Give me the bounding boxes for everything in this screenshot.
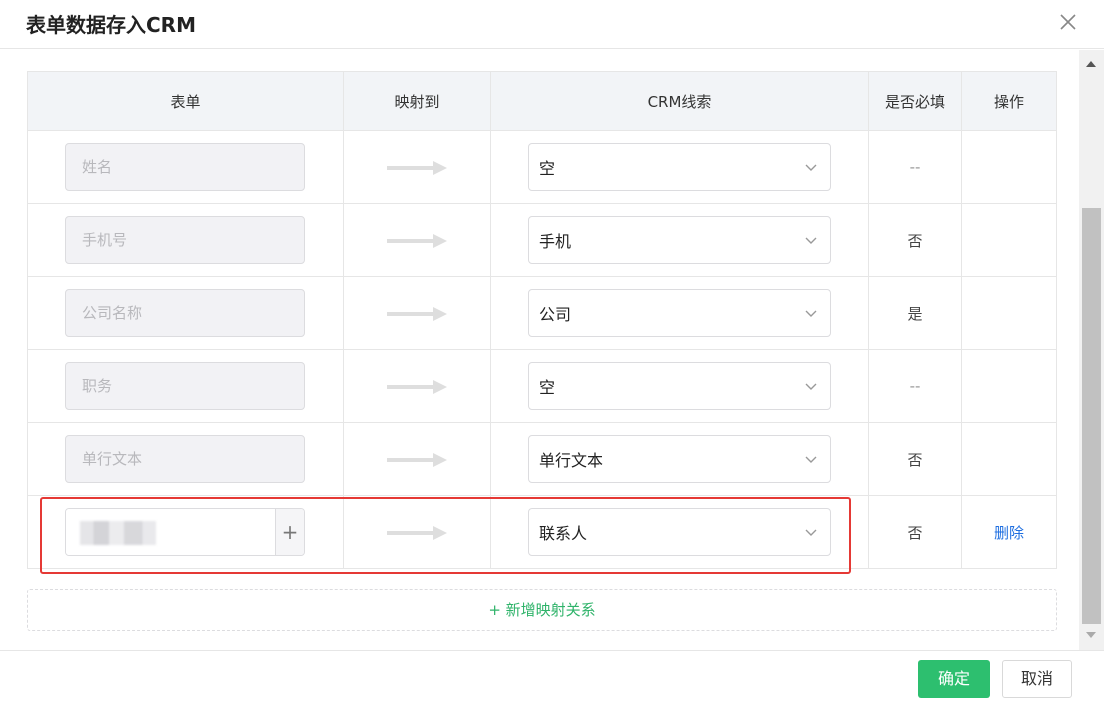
crm-field-select[interactable]: 空 [528, 143, 831, 191]
required-value: 否 [907, 523, 923, 542]
table-header-row: 表单 映射到 CRM线索 是否必填 操作 [27, 71, 1057, 131]
crm-field-value: 公司 [539, 305, 572, 324]
crm-field-value: 单行文本 [539, 451, 604, 470]
dialog-header: 表单数据存入CRM [0, 0, 1104, 49]
required-value: 否 [907, 450, 923, 469]
crm-field-value: 联系人 [539, 524, 588, 543]
scrollbar-thumb[interactable] [1082, 208, 1101, 624]
arrow-right-icon [387, 379, 447, 394]
chevron-down-icon [805, 237, 817, 244]
scroll-down-icon[interactable] [1085, 630, 1097, 640]
arrow-right-icon [387, 452, 447, 467]
dialog-footer: 确定 取消 [0, 650, 1104, 710]
table-row: 手机号 手机 否 [27, 203, 1057, 277]
form-field-input: 公司名称 [65, 289, 305, 337]
crm-field-select[interactable]: 联系人 [528, 508, 831, 556]
required-value: 否 [907, 231, 923, 250]
required-value: -- [909, 377, 921, 395]
table-row: 公司名称 公司 是 [27, 276, 1057, 350]
header-action: 操作 [961, 71, 1057, 131]
scrollbar[interactable] [1079, 50, 1104, 650]
chevron-down-icon [805, 456, 817, 463]
form-field-select-input[interactable] [66, 509, 275, 555]
table-row: 姓名 空 -- [27, 130, 1057, 204]
add-mapping-button[interactable]: + 新增映射关系 [27, 589, 1057, 631]
chevron-down-icon [805, 310, 817, 317]
cancel-button[interactable]: 取消 [1002, 660, 1072, 698]
dialog-title: 表单数据存入CRM [26, 13, 196, 37]
required-value: -- [909, 158, 921, 176]
crm-field-value: 空 [539, 159, 556, 178]
required-value: 是 [907, 304, 923, 323]
header-form: 表单 [27, 71, 344, 131]
crm-field-select[interactable]: 公司 [528, 289, 831, 337]
table-row: 单行文本 单行文本 否 [27, 422, 1057, 496]
arrow-right-icon [387, 525, 447, 540]
form-field-input: 姓名 [65, 143, 305, 191]
form-field-input: 单行文本 [65, 435, 305, 483]
confirm-button[interactable]: 确定 [918, 660, 990, 698]
crm-field-value: 手机 [539, 232, 572, 251]
crm-field-value: 空 [539, 378, 556, 397]
arrow-right-icon [387, 233, 447, 248]
add-field-button[interactable]: + [275, 509, 304, 555]
delete-link[interactable]: 删除 [994, 524, 1024, 542]
table-row: + 联系人 否 删除 [27, 495, 1057, 569]
chevron-down-icon [805, 383, 817, 390]
crm-mapping-dialog: 表单数据存入CRM 表单 映射到 CRM线索 是否必填 操作 姓名 空 -- 手… [0, 0, 1104, 710]
form-field-input: 职务 [65, 362, 305, 410]
arrow-right-icon [387, 306, 447, 321]
crm-field-select[interactable]: 单行文本 [528, 435, 831, 483]
arrow-right-icon [387, 160, 447, 175]
close-icon[interactable] [1056, 10, 1080, 34]
table-row: 职务 空 -- [27, 349, 1057, 423]
chevron-down-icon [805, 164, 817, 171]
header-required: 是否必填 [868, 71, 962, 131]
chevron-down-icon [805, 529, 817, 536]
header-map-to: 映射到 [343, 71, 491, 131]
blurred-field-value [80, 521, 156, 545]
header-crm-lead: CRM线索 [490, 71, 869, 131]
crm-field-select[interactable]: 空 [528, 362, 831, 410]
crm-field-select[interactable]: 手机 [528, 216, 831, 264]
mapping-table: 表单 映射到 CRM线索 是否必填 操作 姓名 空 -- 手机号 手机 否 公司… [27, 71, 1057, 569]
dialog-body: 表单 映射到 CRM线索 是否必填 操作 姓名 空 -- 手机号 手机 否 公司… [0, 50, 1079, 650]
scroll-up-icon[interactable] [1085, 59, 1097, 69]
form-field-input: 手机号 [65, 216, 305, 264]
custom-form-field: + [65, 508, 305, 556]
